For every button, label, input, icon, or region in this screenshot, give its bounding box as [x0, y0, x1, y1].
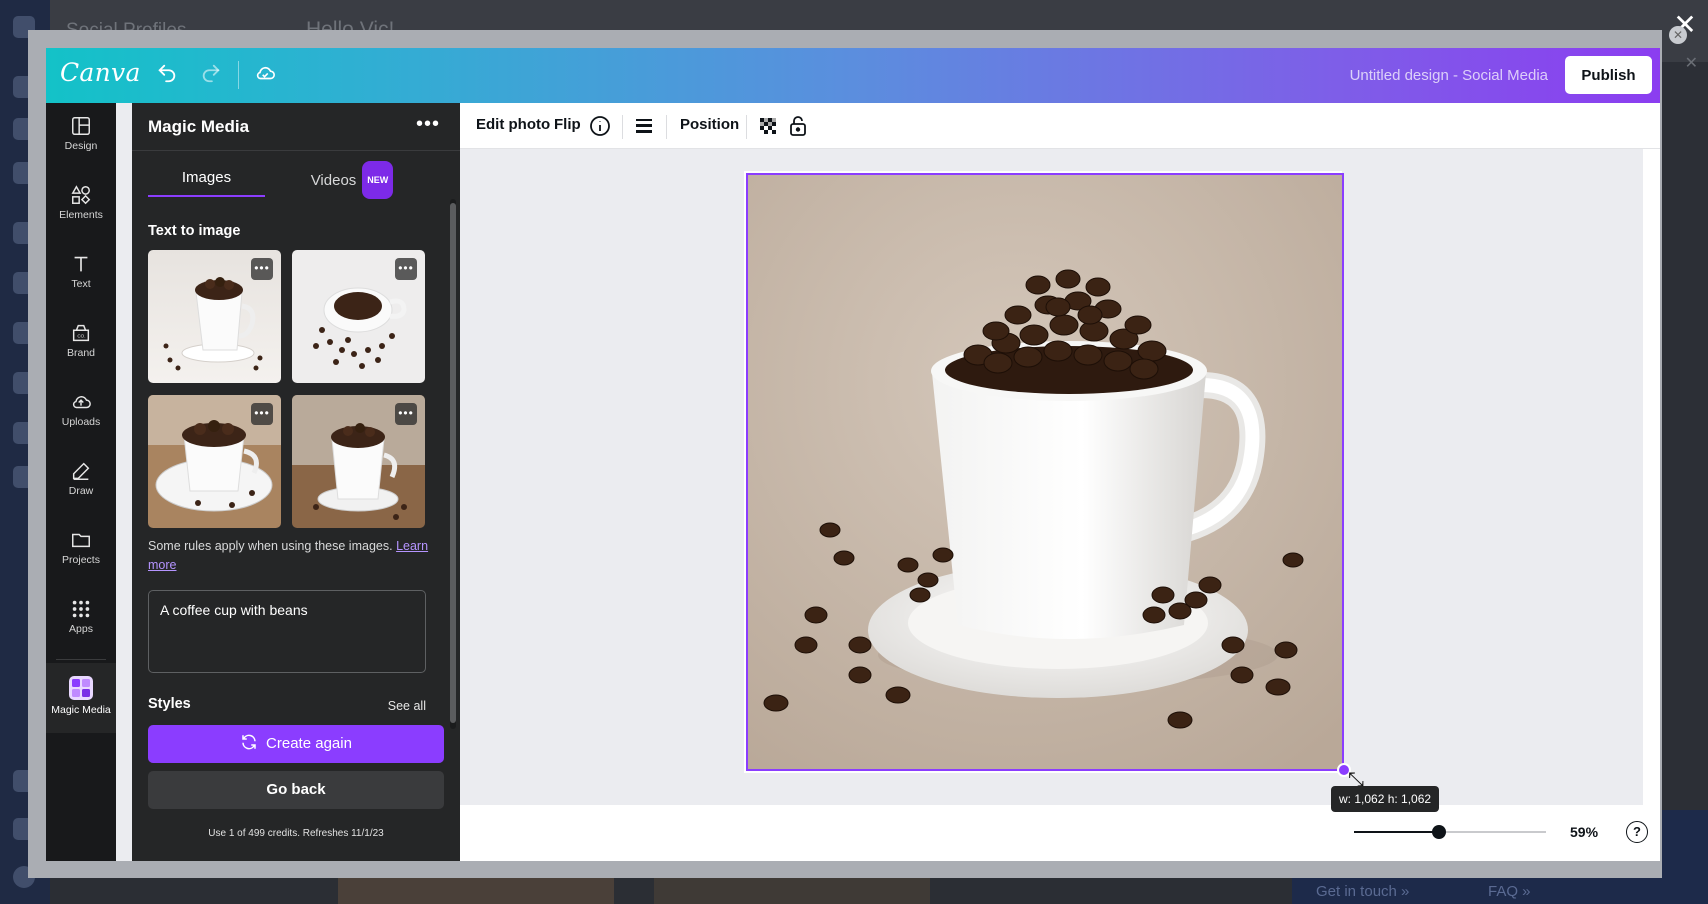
- tab-images[interactable]: Images: [148, 161, 265, 197]
- rail-item-design[interactable]: Design: [46, 103, 116, 165]
- coffee-cup-photo: [748, 175, 1342, 769]
- design-icon: [72, 117, 90, 135]
- info-icon[interactable]: [588, 114, 612, 138]
- canva-editor: Canva Untitled design - Social Media Pub…: [46, 48, 1660, 861]
- uploads-icon: [72, 396, 91, 409]
- go-back-button[interactable]: Go back: [148, 771, 444, 809]
- rail-item-text[interactable]: Text: [46, 241, 116, 303]
- panel-title: Magic Media: [148, 117, 250, 136]
- create-again-label: Create again: [266, 735, 352, 752]
- generated-image[interactable]: •••: [148, 250, 281, 383]
- help-icon[interactable]: ?: [1626, 821, 1648, 843]
- rail-label: Projects: [62, 554, 100, 566]
- design-title[interactable]: Untitled design - Social Media: [1350, 67, 1548, 84]
- rail-item-uploads[interactable]: Uploads: [46, 379, 116, 441]
- rail-label: Uploads: [61, 416, 101, 428]
- rail-label: Design: [64, 140, 98, 152]
- magic-media-panel: Magic Media ••• Images Videos NEW Text to…: [132, 103, 460, 861]
- cloud-save-icon[interactable]: [252, 62, 278, 88]
- tab-label: Images: [181, 169, 232, 186]
- rail-label: Text: [71, 278, 91, 290]
- context-toolbar: Edit photo Flip Position: [460, 103, 1660, 149]
- flip-button[interactable]: Flip: [554, 116, 581, 133]
- publish-button[interactable]: Publish: [1565, 56, 1652, 94]
- new-badge: NEW: [362, 161, 394, 199]
- header-divider: [238, 61, 239, 89]
- rail-label: Draw: [68, 485, 94, 497]
- canva-logo[interactable]: Canva: [60, 58, 141, 87]
- tab-label: Videos: [310, 172, 357, 189]
- generated-image[interactable]: •••: [292, 395, 425, 528]
- panel-scrollbar[interactable]: [450, 203, 456, 723]
- zoom-slider-fill: [1354, 831, 1439, 833]
- zoom-level[interactable]: 59%: [1570, 824, 1598, 840]
- lock-icon[interactable]: [786, 114, 810, 138]
- toolbar-divider: [746, 115, 747, 139]
- rail-label: Elements: [59, 209, 103, 221]
- selected-image[interactable]: [746, 173, 1344, 771]
- background-footer-link: FAQ »: [1488, 883, 1531, 900]
- generated-image[interactable]: •••: [292, 250, 425, 383]
- size-tooltip: w: 1,062 h: 1,062: [1331, 786, 1440, 812]
- rail-item-draw[interactable]: Draw: [46, 448, 116, 510]
- rail-item-brand[interactable]: CO. Brand: [46, 310, 116, 372]
- edit-photo-button[interactable]: Edit photo: [476, 116, 550, 133]
- elements-icon: [71, 185, 91, 205]
- apps-icon: [72, 600, 90, 618]
- rail-label: Brand: [66, 347, 96, 359]
- background-thumbnail: [338, 876, 614, 904]
- toolbar-divider: [666, 115, 667, 139]
- generated-image[interactable]: •••: [148, 395, 281, 528]
- more-options-icon[interactable]: •••: [416, 113, 440, 136]
- image-more-icon[interactable]: •••: [251, 258, 273, 280]
- rail-item-apps[interactable]: Apps: [46, 586, 116, 648]
- border-style-icon[interactable]: [632, 114, 656, 138]
- rail-divider: [56, 659, 106, 660]
- image-more-icon[interactable]: •••: [251, 403, 273, 425]
- image-more-icon[interactable]: •••: [395, 258, 417, 280]
- styles-label: Styles: [148, 696, 191, 712]
- usage-rules: Some rules apply when using these images…: [148, 537, 448, 575]
- rail-label: Apps: [69, 623, 93, 635]
- left-icon-rail: Design Elements Text CO. Brand Uploads D…: [46, 103, 116, 861]
- magic-media-icon: [69, 676, 93, 700]
- rules-text: Some rules apply when using these images…: [148, 539, 393, 553]
- toolbar-divider: [622, 115, 623, 139]
- background-thumbnail: [654, 876, 930, 904]
- image-more-icon[interactable]: •••: [395, 403, 417, 425]
- tab-videos[interactable]: Videos NEW: [282, 161, 422, 199]
- background-footer-link: Get in touch »: [1316, 883, 1410, 900]
- editor-header: Canva Untitled design - Social Media Pub…: [46, 48, 1660, 103]
- prompt-input[interactable]: [148, 590, 426, 673]
- undo-icon[interactable]: [154, 62, 180, 88]
- svg-text:CO.: CO.: [77, 334, 85, 339]
- close-icon[interactable]: ✕: [1669, 26, 1687, 44]
- section-label-text-to-image: Text to image: [148, 223, 241, 239]
- position-button[interactable]: Position: [680, 116, 739, 133]
- design-canvas[interactable]: ⤡: [460, 149, 1660, 805]
- brand-icon: CO.: [72, 324, 90, 342]
- panel-divider: [132, 150, 460, 151]
- background-close-icon: ✕: [1684, 55, 1698, 72]
- refresh-icon: [242, 734, 256, 750]
- transparency-icon[interactable]: [756, 114, 780, 138]
- zoom-slider-handle[interactable]: [1432, 825, 1446, 839]
- rail-item-elements[interactable]: Elements: [46, 172, 116, 234]
- draw-icon: [72, 462, 90, 480]
- credits-text: Use 1 of 499 credits. Refreshes 11/1/23: [208, 828, 384, 839]
- redo-icon[interactable]: [198, 62, 224, 88]
- see-all-link[interactable]: See all: [388, 699, 426, 713]
- rail-item-magic-media[interactable]: Magic Media: [46, 663, 116, 733]
- create-again-button[interactable]: Create again: [148, 725, 444, 763]
- text-icon: [74, 256, 88, 272]
- projects-icon: [72, 533, 90, 548]
- bottom-bar: w: 1,062 h: 1,062 59% ?: [460, 786, 1660, 861]
- canvas-scroll-edge: [1643, 149, 1660, 805]
- rail-item-projects[interactable]: Projects: [46, 517, 116, 579]
- rail-label: Magic Media: [51, 704, 111, 716]
